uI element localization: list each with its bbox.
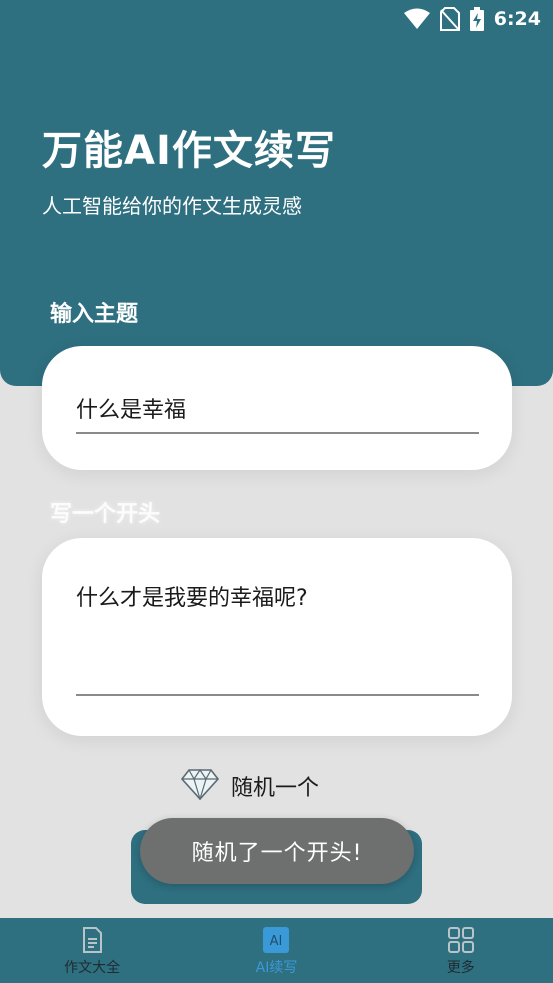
toast-message: 随机了一个开头! [140,818,414,884]
opening-label: 写一个开头 [50,502,161,527]
grid-icon [447,926,475,954]
document-icon [78,926,106,954]
nav-label-more: 更多 [446,960,475,976]
random-label: 随机一个 [231,776,320,801]
bottom-nav: 作文大全 AI AI续写 更多 [0,918,553,983]
nav-item-more[interactable]: 更多 [369,918,553,983]
diamond-icon [180,768,220,804]
random-button[interactable]: 随机一个 [180,768,320,804]
nav-label-ai-continue: AI续写 [255,960,298,976]
ai-icon: AI [262,926,290,954]
status-icons: 6:24 [403,6,541,32]
topic-input-underline [76,432,479,434]
topic-input[interactable]: 什么是幸福 [76,392,186,424]
header-banner: 万能AI作文续写 人工智能给你的作文生成灵感 [0,38,553,386]
wifi-icon [403,8,430,30]
svg-text:AI: AI [270,934,283,949]
opening-card: 什么才是我要的幸福呢? [42,538,512,736]
page-subtitle: 人工智能给你的作文生成灵感 [42,194,302,218]
topic-card: 什么是幸福 [42,346,512,470]
clock-time: 6:24 [493,8,541,30]
battery-charging-icon [469,7,484,31]
status-bar: 6:24 [0,0,553,38]
nav-item-essay-collection[interactable]: 作文大全 [0,918,184,983]
nav-item-ai-continue[interactable]: AI AI续写 [184,918,368,983]
opening-input[interactable]: 什么才是我要的幸福呢? [76,580,308,612]
opening-input-underline [76,694,479,696]
page-title: 万能AI作文续写 [42,128,336,174]
topic-label: 输入主题 [50,302,139,327]
nav-label-essay-collection: 作文大全 [64,960,121,976]
no-sim-icon [439,7,460,31]
